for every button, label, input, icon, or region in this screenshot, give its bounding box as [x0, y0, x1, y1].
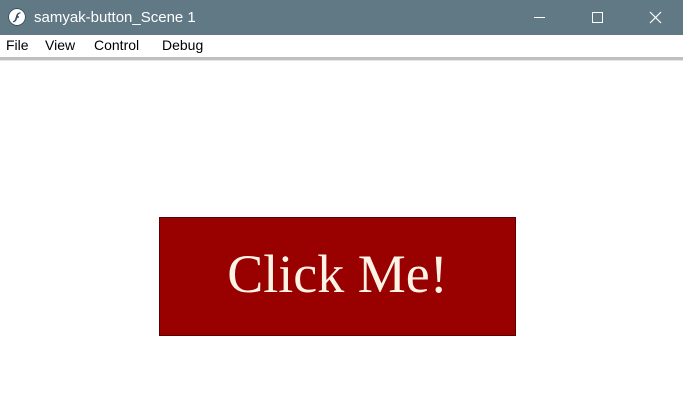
title-bar[interactable]: samyak-button_Scene 1 [0, 0, 683, 35]
close-icon [649, 11, 662, 24]
app-window: samyak-button_Scene 1 File View Control … [0, 0, 683, 415]
stage: Click Me! [0, 61, 683, 415]
menu-item-view[interactable]: View [45, 35, 75, 57]
maximize-icon [592, 12, 603, 23]
menu-item-control[interactable]: Control [94, 35, 139, 57]
minimize-icon [534, 17, 545, 18]
menu-item-file[interactable]: File [6, 35, 29, 57]
click-me-button[interactable]: Click Me! [159, 217, 516, 336]
close-button[interactable] [626, 0, 683, 35]
flash-player-icon[interactable] [8, 8, 26, 26]
menu-item-debug[interactable]: Debug [162, 35, 203, 57]
window-title: samyak-button_Scene 1 [34, 9, 196, 26]
menu-bar: File View Control Debug [0, 35, 683, 57]
minimize-button[interactable] [510, 0, 568, 35]
maximize-button[interactable] [568, 0, 626, 35]
